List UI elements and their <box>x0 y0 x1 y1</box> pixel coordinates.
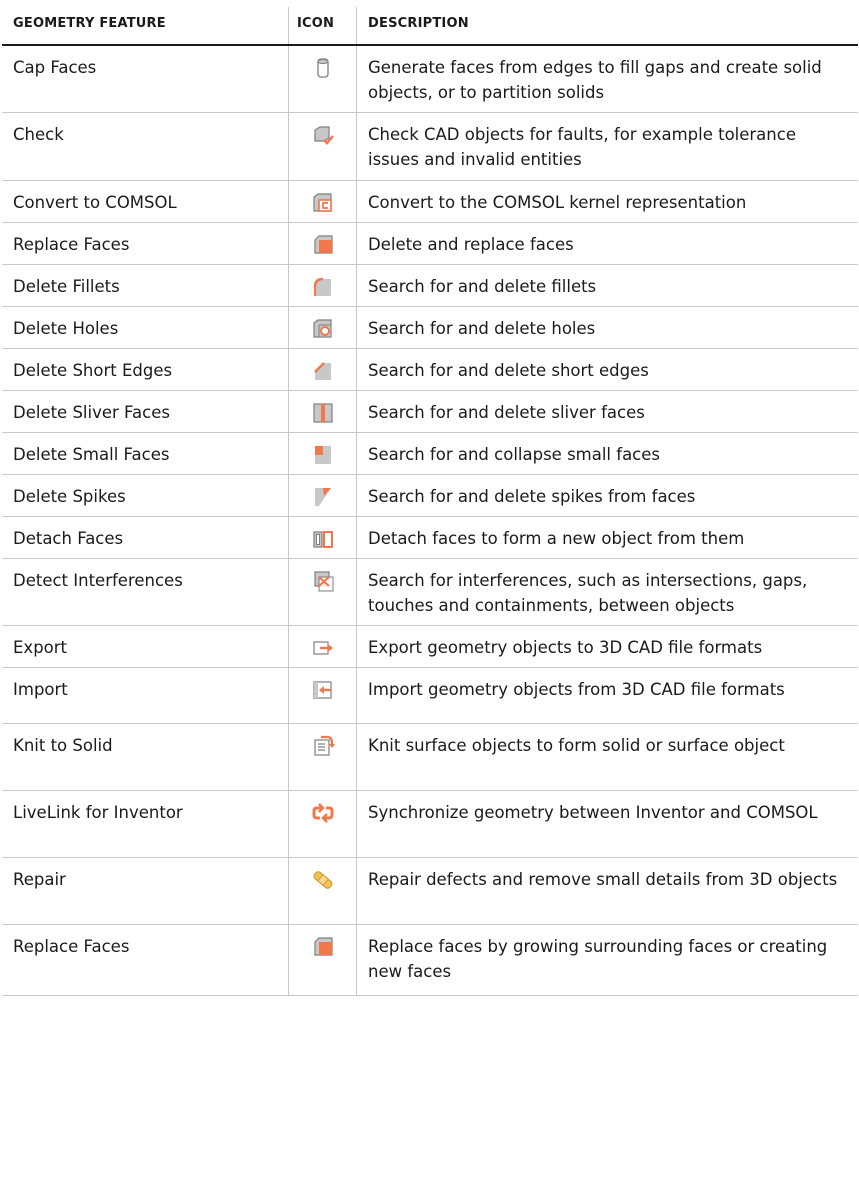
table-row: Import Import geometry objects from 3D CA… <box>2 668 858 724</box>
table-row: Delete Sliver Faces Search for and delete… <box>2 391 858 433</box>
icon-cell <box>288 517 356 558</box>
convert-to-comsol-icon <box>312 193 332 212</box>
icon-cell <box>288 626 356 667</box>
feature-description: Search for and delete fillets <box>356 265 858 306</box>
delete-sliver-faces-icon <box>312 403 333 423</box>
repair-icon <box>312 871 333 889</box>
icon-cell <box>288 307 356 348</box>
feature-name: LiveLink for Inventor <box>13 803 183 822</box>
feature-name: Detect Interferences <box>13 571 183 590</box>
feature-name: Convert to COMSOL <box>13 193 177 212</box>
table-row: Delete Fillets Search for and delete fill… <box>2 265 858 307</box>
feature-description: Search for and delete holes <box>356 307 858 348</box>
feature-description: Convert to the COMSOL kernel representat… <box>356 181 858 222</box>
icon-cell <box>288 724 356 790</box>
icon-cell <box>288 46 356 112</box>
feature-name: Delete Spikes <box>13 487 126 506</box>
feature-name: Replace Faces <box>13 937 130 956</box>
feature-description: Search for and delete sliver faces <box>356 391 858 432</box>
header-geometry-feature: GEOMETRY FEATURE <box>13 16 166 31</box>
feature-description: Search for and delete spikes from faces <box>356 475 858 516</box>
feature-description: Generate faces from edges to fill gaps a… <box>356 46 858 112</box>
feature-name: Delete Small Faces <box>13 445 170 464</box>
geometry-feature-table: GEOMETRY FEATURE ICON DESCRIPTION Cap Fa… <box>2 7 858 996</box>
table-row: Repair Repair defects and remove small de… <box>2 858 858 925</box>
feature-description: Knit surface objects to form solid or su… <box>356 724 858 790</box>
table-row: Export Export geometry objects to 3D CAD … <box>2 626 858 668</box>
check-icon <box>313 126 334 145</box>
icon-cell <box>288 475 356 516</box>
table-row: Detect Interferences Search for interfere… <box>2 559 858 626</box>
table-row: Replace Faces Delete and replace faces <box>2 223 858 265</box>
icon-cell <box>288 113 356 180</box>
feature-name: Detach Faces <box>13 529 124 548</box>
table-row: Delete Spikes Search for and delete spike… <box>2 475 858 517</box>
icon-cell <box>288 559 356 625</box>
delete-short-edges-icon <box>313 362 331 380</box>
table-row: Convert to COMSOL Convert to the COMSOL k… <box>2 181 858 223</box>
feature-name: Cap Faces <box>13 58 97 77</box>
delete-holes-icon <box>312 319 332 338</box>
feature-description: Check CAD objects for faults, for exampl… <box>356 113 858 180</box>
icon-cell <box>288 349 356 390</box>
feature-description: Detach faces to form a new object from t… <box>356 517 858 558</box>
feature-name: Export <box>13 638 68 657</box>
feature-name: Check <box>13 125 64 144</box>
replace-faces-icon <box>313 235 333 254</box>
detach-faces-icon <box>312 531 333 548</box>
table-row: Cap Faces Generate faces from edges to fi… <box>2 46 858 113</box>
header-icon: ICON <box>288 7 356 44</box>
export-icon <box>312 641 333 655</box>
feature-name: Replace Faces <box>13 235 130 254</box>
icon-cell <box>288 791 356 857</box>
feature-description: Replace faces by growing surrounding fac… <box>356 925 858 995</box>
knit-to-solid-icon <box>313 735 335 756</box>
feature-name: Import <box>13 680 68 699</box>
delete-fillets-icon <box>313 277 331 296</box>
feature-description: Import geometry objects from 3D CAD file… <box>356 668 858 723</box>
feature-description: Repair defects and remove small details … <box>356 858 858 924</box>
feature-description: Search for interferences, such as inters… <box>356 559 858 625</box>
feature-name: Delete Sliver Faces <box>13 403 170 422</box>
table-row: Replace Faces Replace faces by growing su… <box>2 925 858 996</box>
delete-spikes-icon <box>314 488 331 506</box>
replace-faces-icon <box>313 937 333 956</box>
table-body: Cap Faces Generate faces from edges to fi… <box>2 46 858 996</box>
feature-name: Repair <box>13 870 66 889</box>
icon-cell <box>288 925 356 995</box>
import-icon <box>312 681 332 699</box>
feature-description: Export geometry objects to 3D CAD file f… <box>356 626 858 667</box>
icon-cell <box>288 265 356 306</box>
table-row: Delete Short Edges Search for and delete … <box>2 349 858 391</box>
icon-cell <box>288 223 356 264</box>
table-row: Check Check CAD objects for faults, for e… <box>2 113 858 181</box>
livelink-icon <box>312 803 333 823</box>
table-row: Knit to Solid Knit surface objects to for… <box>2 724 858 791</box>
feature-description: Synchronize geometry between Inventor an… <box>356 791 858 857</box>
feature-name: Delete Fillets <box>13 277 120 296</box>
table-row: LiveLink for Inventor Synchronize geometr… <box>2 791 858 858</box>
icon-cell <box>288 391 356 432</box>
feature-name: Delete Holes <box>13 319 119 338</box>
detect-interferences-icon <box>313 571 334 592</box>
icon-cell <box>288 858 356 924</box>
table-row: Detach Faces Detach faces to form a new o… <box>2 517 858 559</box>
table-header: GEOMETRY FEATURE ICON DESCRIPTION <box>2 7 858 46</box>
feature-description: Delete and replace faces <box>356 223 858 264</box>
icon-cell <box>288 668 356 723</box>
icon-cell <box>288 181 356 222</box>
cap-faces-icon <box>316 58 329 78</box>
feature-name: Delete Short Edges <box>13 361 173 380</box>
feature-description: Search for and delete short edges <box>356 349 858 390</box>
table-row: Delete Small Faces Search for and collaps… <box>2 433 858 475</box>
feature-description: Search for and collapse small faces <box>356 433 858 474</box>
icon-cell <box>288 433 356 474</box>
header-description: DESCRIPTION <box>356 7 858 44</box>
table-row: Delete Holes Search for and delete holes <box>2 307 858 349</box>
delete-small-faces-icon <box>314 446 331 464</box>
feature-name: Knit to Solid <box>13 736 113 755</box>
